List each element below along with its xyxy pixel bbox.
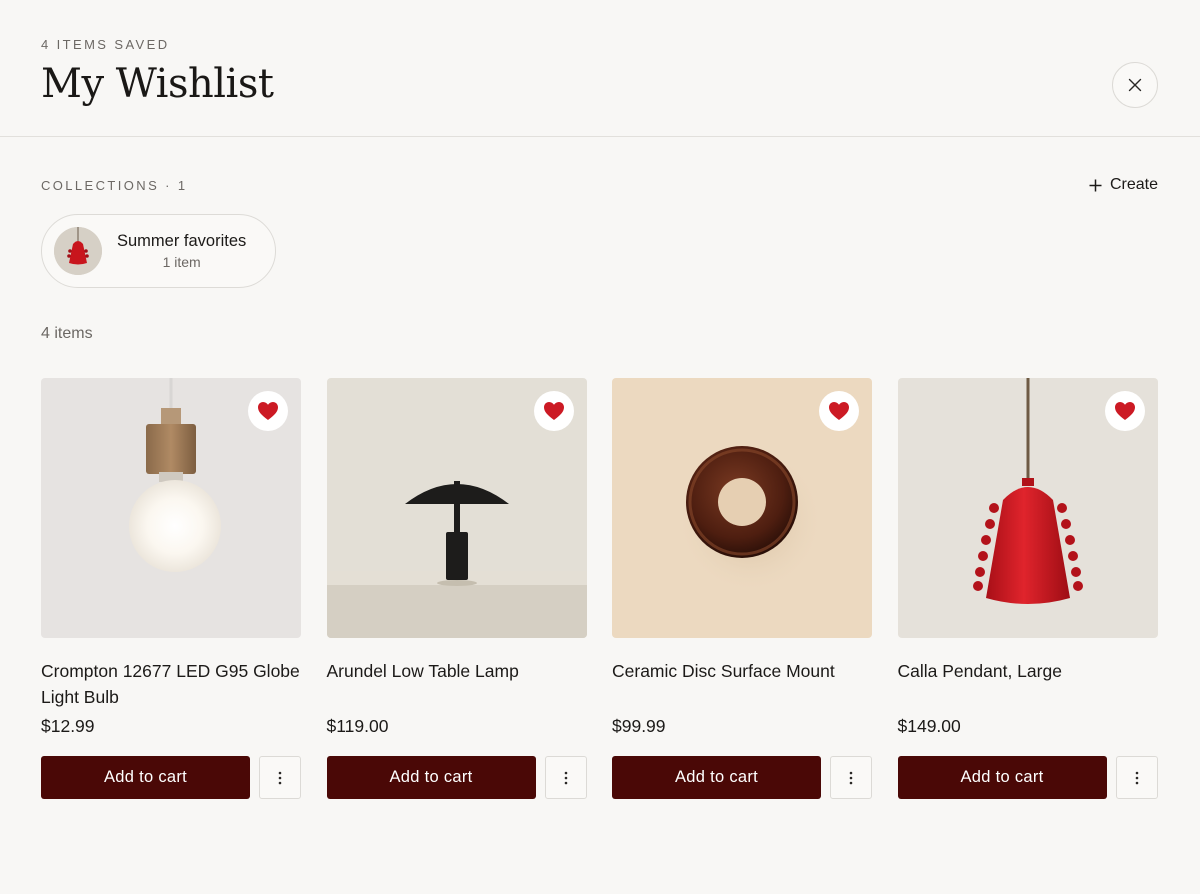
- more-vertical-icon: [564, 771, 567, 784]
- more-options-button[interactable]: [259, 756, 301, 799]
- favorite-button[interactable]: [1104, 391, 1145, 431]
- more-vertical-icon: [278, 771, 282, 784]
- add-to-cart-button[interactable]: Add to cart: [897, 756, 1107, 799]
- items-saved-count: 4 ITEMS SAVED: [41, 37, 170, 52]
- plus-icon: [1089, 179, 1102, 191]
- product-price: $12.99: [41, 716, 95, 736]
- product-name[interactable]: Ceramic Disc Surface Mount: [612, 658, 872, 710]
- add-to-cart-button[interactable]: Add to cart: [41, 756, 250, 799]
- heart-icon: [1114, 402, 1135, 420]
- product-image[interactable]: [326, 378, 587, 638]
- favorite-button[interactable]: [533, 391, 574, 431]
- product-name[interactable]: Arundel Low Table Lamp: [327, 658, 587, 710]
- close-icon: [1128, 78, 1142, 92]
- product-image[interactable]: [41, 378, 301, 638]
- collections-header: COLLECTIONS · 1 Create: [41, 175, 1158, 195]
- more-options-button[interactable]: [1115, 756, 1158, 799]
- heart-icon: [543, 402, 564, 420]
- product-card: Calla Pendant, Large $149.00 Add to cart: [897, 378, 1158, 799]
- product-card: Arundel Low Table Lamp $119.00 Add to ca…: [326, 378, 587, 799]
- product-price: $99.99: [612, 716, 666, 736]
- product-card: Crompton 12677 LED G95 Globe Light Bulb …: [41, 378, 301, 799]
- product-actions: Add to cart: [612, 756, 872, 799]
- product-card: Ceramic Disc Surface Mount $99.99 Add to…: [612, 378, 872, 799]
- collection-chip-text: Summer favorites 1 item: [117, 232, 246, 270]
- favorite-button[interactable]: [248, 391, 288, 431]
- close-button[interactable]: [1112, 62, 1158, 108]
- product-grid: Crompton 12677 LED G95 Globe Light Bulb …: [41, 378, 1158, 799]
- create-label: Create: [1109, 176, 1158, 193]
- product-actions: Add to cart: [326, 756, 587, 799]
- add-to-cart-button[interactable]: Add to cart: [612, 756, 821, 799]
- wishlist-header: 4 ITEMS SAVED My Wishlist: [0, 0, 1200, 137]
- add-to-cart-button[interactable]: Add to cart: [326, 756, 536, 799]
- product-price: $119.00: [326, 716, 389, 736]
- heart-icon: [258, 402, 278, 420]
- items-count: 4 items: [41, 325, 93, 342]
- collection-chip-summer-favorites[interactable]: Summer favorites 1 item: [41, 214, 276, 288]
- product-image[interactable]: [612, 378, 872, 638]
- page-title: My Wishlist: [41, 61, 274, 107]
- more-options-button[interactable]: [544, 756, 587, 799]
- wishlist-body: COLLECTIONS · 1 Create Summer favorites …: [0, 175, 1200, 799]
- heart-icon: [829, 402, 849, 420]
- more-vertical-icon: [1135, 771, 1138, 784]
- collection-name: Summer favorites: [117, 232, 247, 250]
- more-options-button[interactable]: [830, 756, 872, 799]
- collection-item-count: 1 item: [162, 254, 201, 270]
- product-name[interactable]: Crompton 12677 LED G95 Globe Light Bulb: [41, 658, 301, 710]
- product-price: $149.00: [897, 716, 961, 736]
- collection-thumbnail: [54, 227, 102, 275]
- collections-label: COLLECTIONS · 1: [41, 177, 188, 193]
- product-image[interactable]: [897, 378, 1158, 638]
- favorite-button[interactable]: [819, 391, 859, 431]
- product-actions: Add to cart: [41, 756, 301, 799]
- more-vertical-icon: [849, 771, 853, 784]
- create-collection-button[interactable]: Create: [1089, 176, 1158, 194]
- product-actions: Add to cart: [897, 756, 1158, 799]
- product-name[interactable]: Calla Pendant, Large: [898, 658, 1158, 710]
